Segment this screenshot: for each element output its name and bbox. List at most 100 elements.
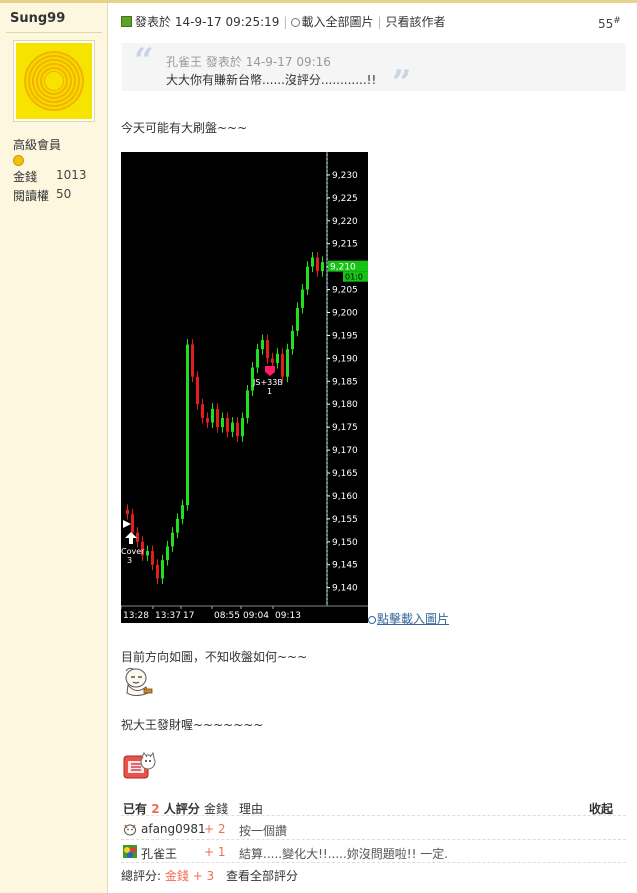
y-tick-label: 9,165 — [332, 469, 358, 479]
y-tick-label: 9,145 — [332, 561, 358, 571]
annotation-label: JS+33B — [252, 378, 283, 387]
stat-read-permission: 閱讀權 50 — [13, 187, 71, 204]
avatar[interactable] — [13, 40, 95, 122]
rating-reason: 結算.....變化大!!.....妳沒問題啦!! 一定. — [239, 847, 449, 861]
column-money: 金錢 — [204, 802, 229, 816]
candle-body — [201, 404, 204, 418]
y-tick-label: 9,190 — [332, 354, 358, 364]
candle-body — [216, 408, 219, 428]
candle-body — [306, 266, 309, 290]
rating-amount: + 1 — [204, 845, 226, 859]
candle-body — [186, 344, 189, 506]
y-tick-label: 9,200 — [332, 309, 358, 319]
y-tick-label: 9,150 — [332, 538, 358, 548]
rating-row: 孔雀王 + 1 結算.....變化大!!.....妳沒問題啦!! 一定. — [121, 841, 626, 863]
cover-arrow-icon — [125, 532, 137, 544]
quote-body: 大大你有賺新台幣......沒評分............!! — [166, 73, 377, 87]
stat-label: 閱讀權 — [13, 189, 50, 203]
post-header: 發表於 14-9-17 09:25:19 | 載入全部圖片 | 只看該作者 — [121, 13, 446, 30]
post-text-line: 目前方向如圖，不知收盤如何~~~ — [121, 650, 308, 664]
y-tick-label: 9,215 — [332, 240, 358, 250]
quote-header: 孔雀王 發表於 14-9-17 09:16 — [166, 53, 331, 70]
candle-body — [206, 417, 209, 423]
stat-money: 金錢 1013 — [13, 168, 87, 185]
candle-body — [156, 564, 159, 579]
candle-body — [276, 353, 279, 363]
rating-header: 已有 2 人評分 金錢 理由 收起 — [121, 798, 626, 816]
quote-block: “ ” 孔雀王 發表於 14-9-17 09:16 大大你有賺新台幣......… — [122, 41, 626, 103]
user-profile-column: Sung99 高級會員 金錢 1013 閱讀權 50 — [0, 3, 108, 893]
candle-body — [246, 390, 249, 418]
x-tick-label: 09:04 — [243, 611, 269, 621]
y-tick-label: 9,195 — [332, 331, 358, 341]
smile-icon — [13, 155, 24, 166]
annotation-sub: 3 — [127, 556, 132, 565]
posted-label: 發表於 — [135, 15, 172, 29]
total-value: 金錢 + 3 — [164, 869, 215, 883]
candle-body — [161, 560, 164, 579]
quote-posted-label: 發表於 — [205, 55, 242, 69]
candle-body — [226, 417, 229, 432]
candle-body — [166, 546, 169, 561]
user-avatar-icon[interactable] — [123, 844, 137, 859]
click-load-image-link[interactable]: 點擊載入圖片 — [368, 610, 449, 627]
candle-body — [196, 376, 199, 405]
candle-body — [131, 514, 134, 533]
author-only-link[interactable]: 只看該作者 — [386, 15, 446, 29]
x-tick-label: 13:28 — [123, 611, 149, 621]
posted-time: 14-9-17 09:25:19 — [174, 15, 280, 29]
candle-body — [256, 349, 259, 368]
candle-body — [286, 349, 289, 377]
y-tick-label: 9,225 — [332, 194, 358, 204]
column-reason: 理由 — [239, 802, 264, 816]
search-icon — [368, 616, 376, 624]
candle-body — [266, 340, 269, 359]
user-group[interactable]: 高級會員 — [13, 136, 61, 153]
last-price-label: 9,210 — [330, 263, 356, 273]
candle-body — [126, 509, 129, 515]
candle-body — [191, 344, 194, 377]
candle-body — [281, 353, 284, 377]
stat-label: 金錢 — [13, 170, 38, 184]
user-avatar-icon[interactable] — [123, 821, 137, 836]
lucky-cat-emoticon-icon — [123, 751, 156, 779]
view-all-ratings-link[interactable]: 查看全部評分 — [226, 869, 298, 883]
post-text-line: 今天可能有大刷盤~~~ — [121, 121, 248, 135]
candle-body — [171, 532, 174, 547]
collapse-link[interactable]: 收起 — [589, 800, 613, 817]
candle-body — [241, 417, 244, 437]
y-tick-label: 9,155 — [332, 515, 358, 525]
buy-marker-icon — [265, 366, 275, 376]
candlestick-chart: 9,230 9,225 9,220 9,215 9,210 9,205 9,200 9,195… — [121, 152, 368, 621]
candle-body — [236, 422, 239, 437]
rater-username[interactable]: afang0981 — [141, 822, 206, 836]
online-status-icon — [121, 16, 132, 27]
rating-count: 已有 2 人評分 — [123, 802, 200, 816]
last-change-label: 01:0 — [345, 273, 363, 282]
candle-body — [301, 289, 304, 308]
candle-body — [221, 417, 224, 428]
x-tick-label: 09:13 — [275, 611, 301, 621]
rating-amount: + 2 — [204, 822, 226, 836]
stat-value: 1013 — [56, 168, 87, 182]
candle-body — [321, 262, 324, 272]
candle-body — [151, 550, 154, 565]
y-tick-label: 9,175 — [332, 423, 358, 433]
candle-body — [311, 257, 314, 267]
floor-number[interactable]: 55# — [598, 16, 621, 31]
y-tick-label: 9,220 — [332, 217, 358, 227]
load-all-images-link[interactable]: 載入全部圖片 — [301, 15, 373, 29]
username-link[interactable]: Sung99 — [10, 11, 65, 26]
candle-body — [296, 307, 299, 331]
x-tick-label: 17 — [183, 611, 194, 621]
stat-value: 50 — [56, 187, 72, 201]
x-tick-label: 08:55 — [214, 611, 240, 621]
y-tick-label: 9,160 — [332, 492, 358, 502]
thinking-emoticon-icon — [125, 667, 153, 696]
attached-chart-image[interactable]: 9,230 9,225 9,220 9,215 9,210 9,205 9,200 9,195… — [121, 152, 368, 623]
candle-body — [271, 358, 274, 363]
cover-marker-icon — [123, 520, 131, 528]
rating-row: afang0981 + 2 按一個讚 — [121, 818, 626, 840]
rater-username[interactable]: 孔雀王 — [141, 845, 177, 862]
candle-body — [261, 340, 264, 350]
